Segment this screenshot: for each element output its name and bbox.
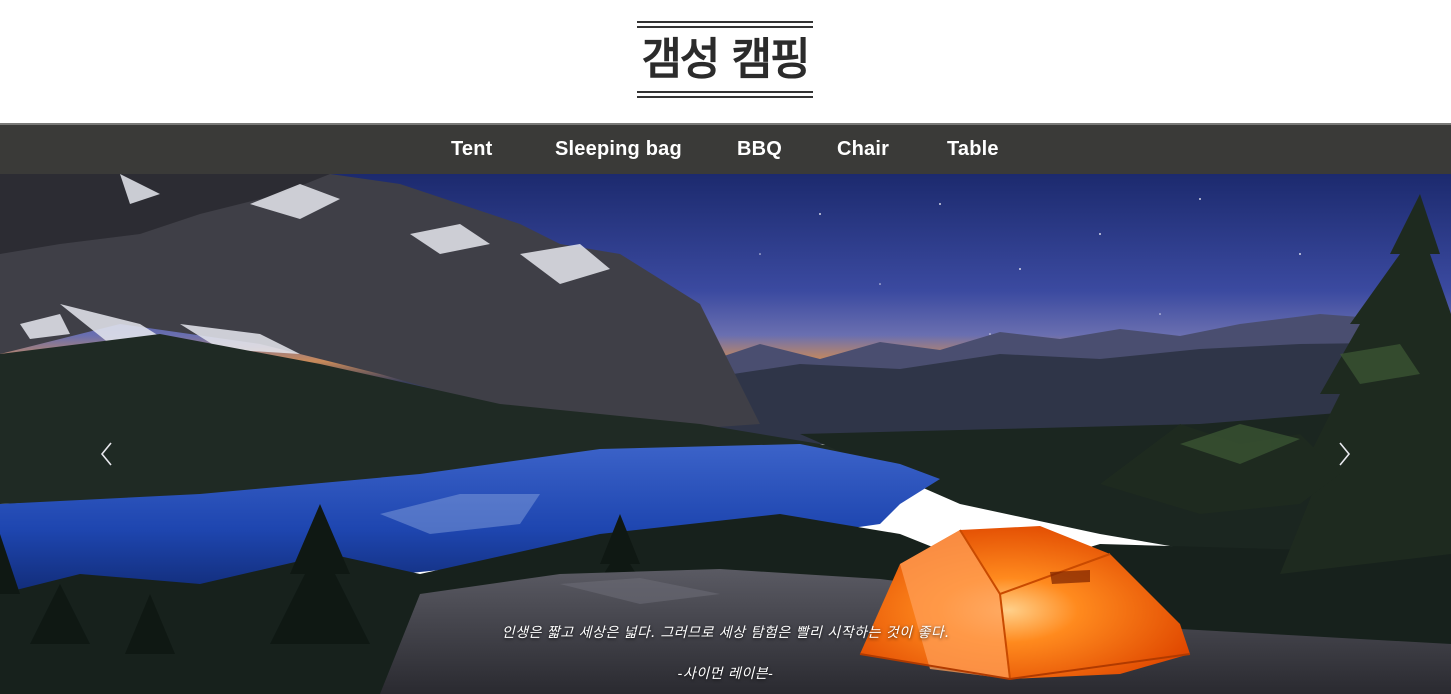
logo-rule-bottom-2 — [637, 96, 813, 98]
site-logo[interactable]: 갬성 캠핑 — [637, 21, 813, 99]
logo-rule-top-1 — [637, 21, 813, 23]
hero-slider: 인생은 짧고 세상은 넓다. 그러므로 세상 탐험은 빨리 시작하는 것이 좋다… — [0, 174, 1451, 694]
main-nav: Tent Sleeping bag BBQ Chair Table — [0, 123, 1451, 174]
chevron-left-icon — [100, 442, 112, 466]
nav-item-bbq[interactable]: BBQ — [737, 125, 782, 174]
slider-prev-button[interactable] — [92, 436, 122, 472]
nav-item-table[interactable]: Table — [947, 125, 999, 174]
chevron-right-icon — [1339, 442, 1351, 466]
nav-item-chair[interactable]: Chair — [837, 125, 889, 174]
logo-rule-top-2 — [637, 26, 813, 28]
logo-rule-bottom-1 — [637, 91, 813, 93]
hero-quote: 인생은 짧고 세상은 넓다. 그러므로 세상 탐험은 빨리 시작하는 것이 좋다… — [501, 625, 950, 641]
logo-text[interactable]: 갬성 캠핑 — [637, 32, 813, 88]
slider-next-button[interactable] — [1329, 436, 1359, 472]
site-header: 갬성 캠핑 — [0, 0, 1451, 123]
nav-item-sleeping-bag[interactable]: Sleeping bag — [555, 125, 682, 174]
nav-item-tent[interactable]: Tent — [451, 125, 493, 174]
hero-quote-author: -사이먼 레이븐- — [677, 666, 774, 682]
hero-image-camping-lake — [0, 174, 1451, 694]
